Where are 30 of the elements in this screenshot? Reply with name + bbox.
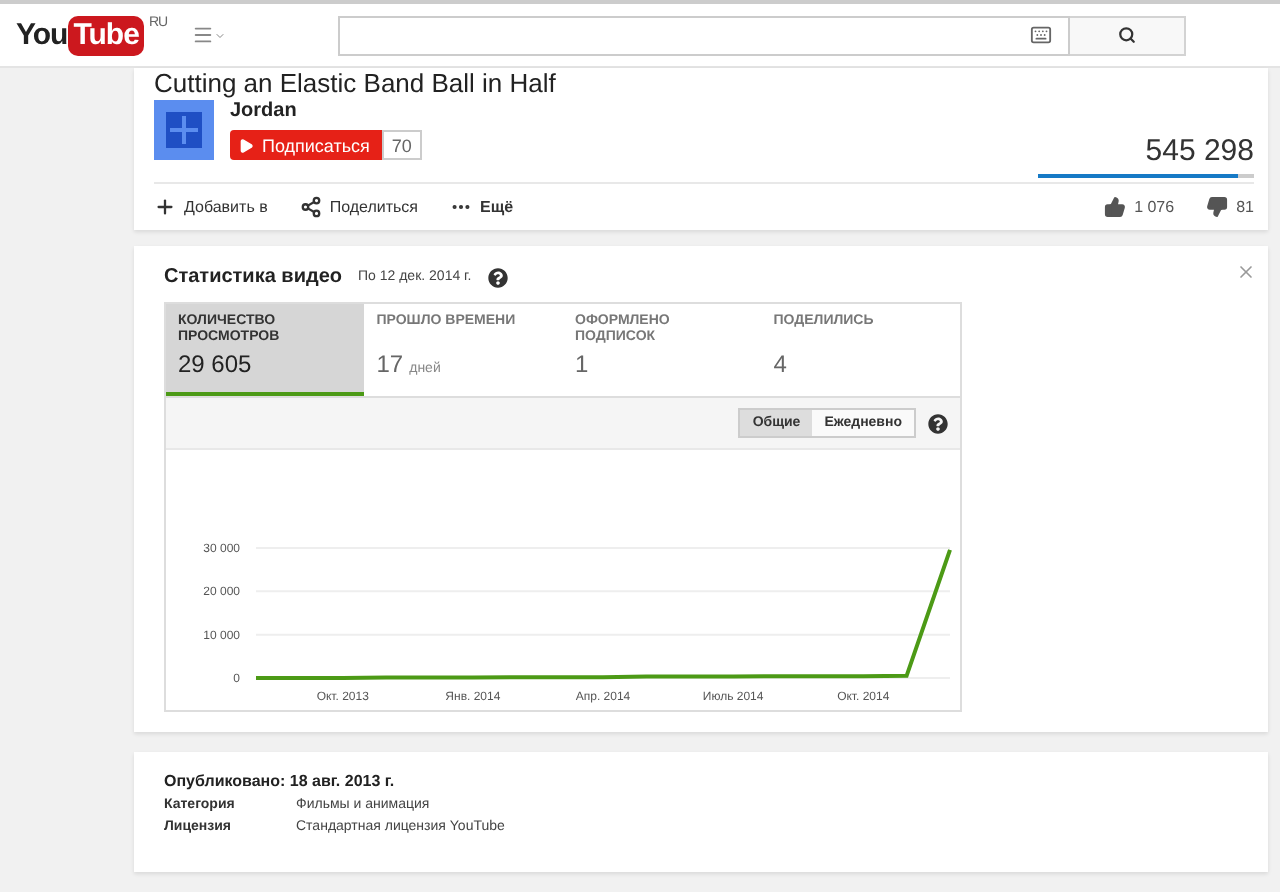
metric-value: 1 bbox=[575, 350, 589, 378]
close-icon[interactable] bbox=[1236, 262, 1256, 282]
subscriber-count: 70 bbox=[381, 130, 422, 160]
menu-icon[interactable] bbox=[191, 24, 226, 46]
dislike-button[interactable]: 81 bbox=[1206, 196, 1254, 218]
thumbs-down-icon bbox=[1206, 196, 1229, 218]
search-field[interactable] bbox=[337, 15, 1070, 55]
metric-value: 29 605 bbox=[178, 350, 252, 378]
stats-title: Статистика видео bbox=[164, 266, 342, 288]
help-icon[interactable] bbox=[487, 267, 508, 287]
keyboard-icon[interactable] bbox=[1029, 24, 1052, 46]
play-icon bbox=[238, 137, 254, 153]
plus-icon bbox=[154, 196, 176, 218]
help-icon[interactable] bbox=[928, 413, 948, 433]
subscribe-button[interactable]: Подписаться bbox=[230, 130, 382, 160]
add-action[interactable]: Добавить в bbox=[154, 196, 268, 218]
search-button[interactable] bbox=[1069, 15, 1186, 55]
like-button[interactable]: 1 076 bbox=[1104, 196, 1175, 218]
thumbs-up-icon bbox=[1104, 196, 1127, 218]
more-action[interactable]: Ещё bbox=[450, 196, 514, 218]
channel-avatar[interactable] bbox=[154, 100, 214, 160]
view-count: 545 298 bbox=[1145, 134, 1254, 168]
channel-name[interactable]: Jordan bbox=[230, 100, 1022, 122]
metric-value: 4 bbox=[773, 350, 787, 378]
video-title: Cutting an Elastic Band Ball in Half bbox=[154, 68, 558, 98]
share-icon bbox=[299, 196, 322, 218]
metric-value: 17 bbox=[376, 350, 404, 378]
share-action[interactable]: Поделиться bbox=[299, 196, 419, 218]
search-icon bbox=[1117, 26, 1136, 44]
publish-date: Опубликовано: 18 авг. 2013 г. bbox=[164, 772, 397, 790]
